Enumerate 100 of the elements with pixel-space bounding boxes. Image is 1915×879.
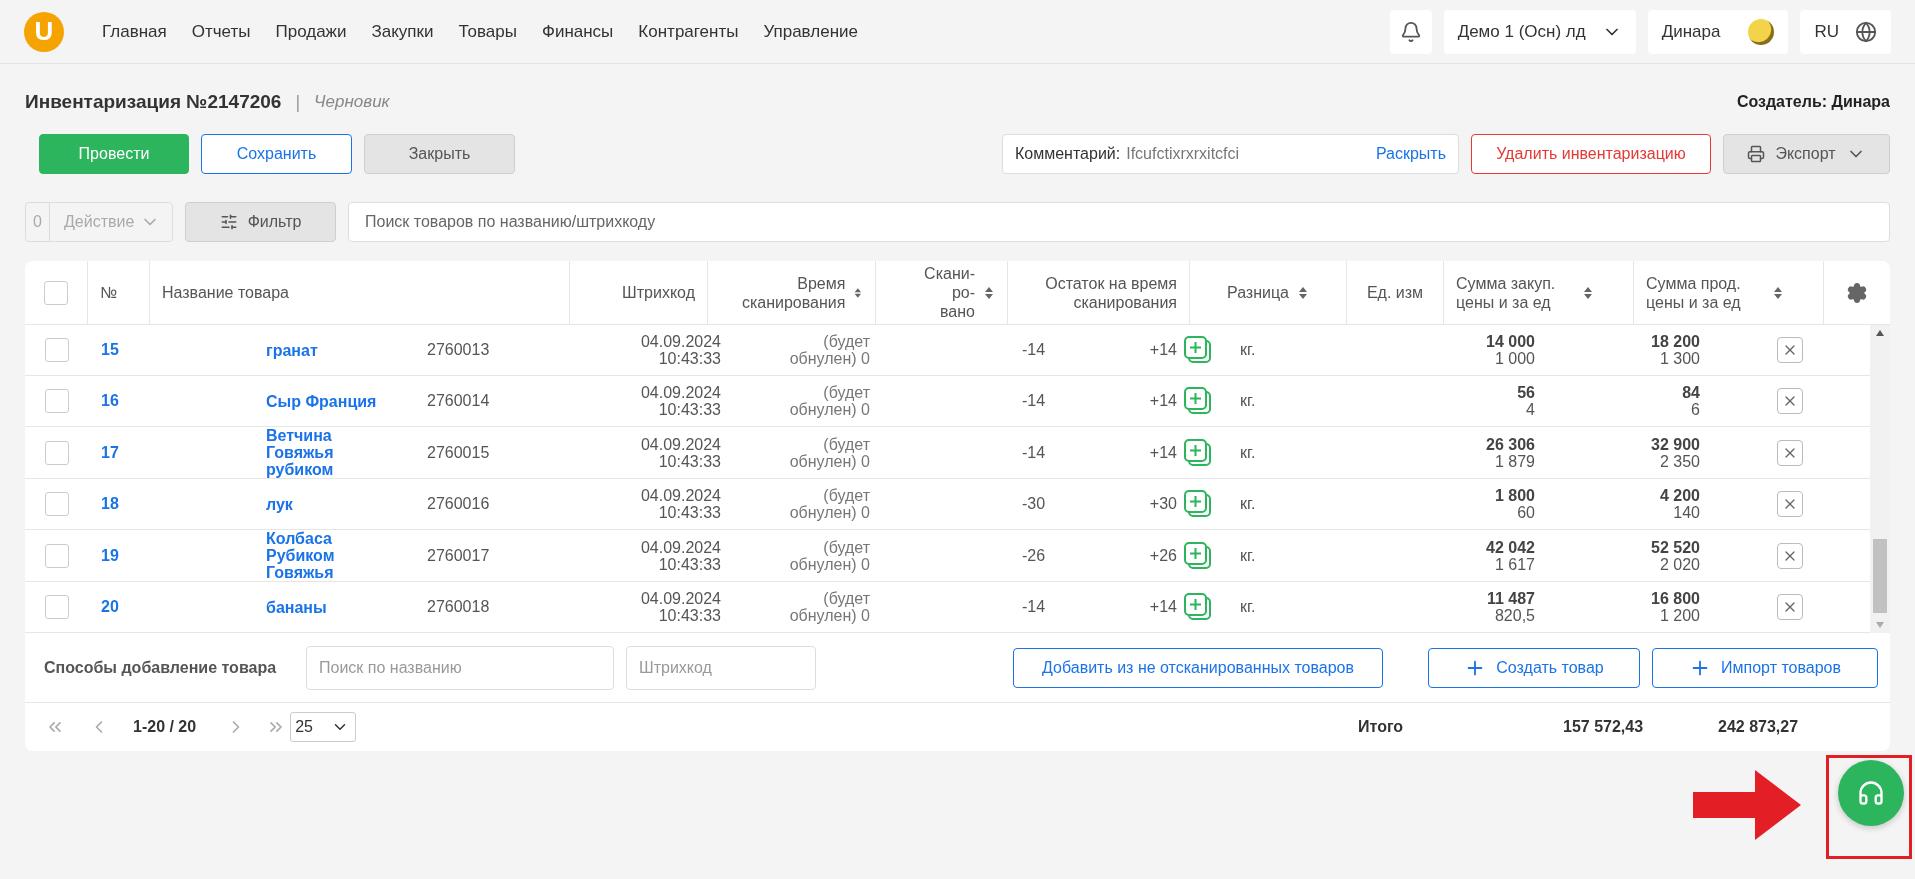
purchase-sum-text: 14 000 — [1486, 333, 1535, 350]
title-separator: | — [295, 91, 301, 113]
purchase-unit-price-text: 4 — [1526, 401, 1535, 418]
row-checkbox[interactable] — [44, 389, 69, 413]
product-name-link[interactable]: лук — [266, 495, 378, 513]
sliders-icon — [219, 213, 238, 231]
purchase-sum-text: 26 306 — [1486, 435, 1535, 453]
save-button[interactable]: Сохранить — [201, 134, 352, 174]
add-copy-icon[interactable] — [1183, 335, 1213, 365]
add-copy-icon[interactable] — [1183, 386, 1213, 416]
select-all-checkbox[interactable] — [44, 280, 68, 305]
add-methods-label: Способы добавление товара — [44, 658, 278, 677]
unit-text: кг. — [1240, 495, 1256, 513]
add-copy-icon[interactable] — [1183, 592, 1213, 622]
column-header[interactable]: Сумма прод. цены и за ед — [1634, 261, 1824, 324]
support-chat-button[interactable] — [1838, 760, 1904, 826]
column-header[interactable]: Скани-ро-вано — [876, 261, 1008, 324]
scan-time-text: 04.09.2024 10:43:33 — [639, 590, 721, 624]
stock-text: -30 — [1022, 495, 1046, 513]
nav-link[interactable]: Финансы — [541, 21, 614, 42]
add-copy-icon[interactable] — [1183, 437, 1213, 468]
action-label: Действие — [63, 213, 136, 231]
column-header[interactable]: Время сканирования — [708, 261, 876, 324]
unit-text: кг. — [1240, 598, 1256, 616]
row-checkbox[interactable] — [44, 543, 69, 568]
page-size-select[interactable]: 25 — [290, 712, 357, 742]
name-search-field[interactable]: Поиск по названию — [306, 645, 614, 690]
language-button[interactable]: RU — [1800, 9, 1891, 54]
stock-text: -26 — [1022, 546, 1046, 565]
stock-text: -14 — [1022, 392, 1046, 410]
comment-field[interactable]: Комментарий: Ifcufctixrxrxitcfci Раскрыть — [1002, 134, 1459, 174]
row-checkbox[interactable] — [44, 338, 69, 362]
product-name-link[interactable]: Ветчина Говяжья рубиком — [266, 427, 378, 478]
scroll-thumb[interactable] — [1873, 539, 1887, 613]
delete-button[interactable]: Удалить инвентаризацию — [1471, 134, 1711, 174]
product-name-link[interactable]: Колбаса Рубиком Говяжья — [266, 530, 378, 581]
purchase-sum-text: 56 — [1517, 384, 1535, 401]
difference-text: +26 — [1149, 546, 1177, 565]
scanned-text: (будет обнулен) 0 — [788, 435, 870, 470]
remove-button[interactable] — [1777, 542, 1803, 569]
notifications-button[interactable] — [1389, 9, 1432, 54]
row-number-link[interactable]: 19 — [101, 546, 119, 565]
search-field[interactable]: Поиск товаров по названию/штрихкоду — [348, 202, 1890, 242]
row-number-link[interactable]: 18 — [101, 495, 119, 513]
row-number-link[interactable]: 16 — [101, 392, 119, 410]
row-checkbox[interactable] — [44, 595, 69, 619]
nav-link[interactable]: Главная — [102, 21, 167, 42]
remove-button[interactable] — [1777, 594, 1803, 620]
import-products-button[interactable]: Импорт товаров — [1652, 647, 1878, 688]
sale-unit-price-text: 2 350 — [1659, 452, 1700, 470]
close-button[interactable]: Закрыть — [364, 134, 515, 174]
row-checkbox[interactable] — [44, 440, 69, 465]
column-header: Штрихкод — [570, 261, 708, 324]
scan-time-text: 04.09.2024 10:43:33 — [639, 435, 721, 470]
row-number-link[interactable]: 17 — [101, 443, 119, 462]
scroll-up-icon[interactable] — [1875, 329, 1885, 337]
sale-sum-text: 4 200 — [1659, 487, 1700, 504]
scanned-text: (будет обнулен) 0 — [788, 384, 870, 418]
company-select[interactable]: Демо 1 (Осн) лд — [1443, 9, 1636, 54]
create-product-button[interactable]: Создать товар — [1428, 647, 1640, 688]
settings-icon[interactable] — [1846, 281, 1868, 304]
sale-total: 242 873,27 — [1718, 718, 1800, 736]
barcode-text: 2760015 — [427, 443, 490, 462]
remove-button[interactable] — [1777, 439, 1803, 466]
filter-button[interactable]: Фильтр — [185, 202, 336, 242]
barcode-field[interactable]: Штрихкод — [626, 645, 816, 690]
add-copy-icon[interactable] — [1183, 489, 1213, 519]
add-copy-icon[interactable] — [1183, 540, 1213, 571]
product-name-link[interactable]: Сыр Франция — [266, 392, 378, 410]
nav-link[interactable]: Отчеты — [191, 21, 251, 42]
column-header[interactable]: Сумма закуп. цены и за ед — [1444, 261, 1634, 324]
document-status: Черновик — [314, 92, 390, 112]
nav-link[interactable]: Продажи — [275, 21, 347, 42]
nav-link[interactable]: Закупки — [371, 21, 434, 42]
scroll-down-icon[interactable] — [1875, 621, 1885, 629]
nav-link[interactable]: Управление — [763, 21, 858, 42]
row-checkbox[interactable] — [44, 492, 69, 516]
product-name-link[interactable]: бананы — [266, 598, 378, 616]
purchase-sum-text: 1 800 — [1494, 487, 1535, 504]
row-number-link[interactable]: 15 — [101, 341, 119, 359]
export-button[interactable]: Экспорт — [1723, 134, 1890, 174]
remove-button[interactable] — [1777, 337, 1803, 363]
remove-button[interactable] — [1777, 491, 1803, 517]
column-header: Остаток на время сканирования — [1008, 261, 1190, 324]
column-header[interactable]: Разница — [1190, 261, 1347, 324]
user-button[interactable]: Динара — [1647, 9, 1789, 54]
product-name-link[interactable]: гранат — [266, 341, 378, 359]
nav-link[interactable]: Товары — [458, 21, 517, 42]
remove-button[interactable] — [1777, 388, 1803, 414]
difference-text: +14 — [1149, 392, 1177, 410]
unit-text: кг. — [1240, 443, 1256, 462]
purchase-unit-price-text: 60 — [1517, 504, 1535, 521]
scrollbar[interactable] — [1870, 325, 1890, 633]
barcode-text: 2760016 — [427, 495, 490, 513]
add-unscanned-button[interactable]: Добавить из не отсканированных товаров — [1013, 647, 1383, 688]
barcode-text: 2760013 — [427, 341, 490, 359]
purchase-unit-price-text: 1 879 — [1494, 452, 1535, 470]
nav-link[interactable]: Контрагенты — [638, 21, 739, 42]
expand-link[interactable]: Раскрыть — [1375, 145, 1446, 163]
row-number-link[interactable]: 20 — [101, 598, 119, 616]
